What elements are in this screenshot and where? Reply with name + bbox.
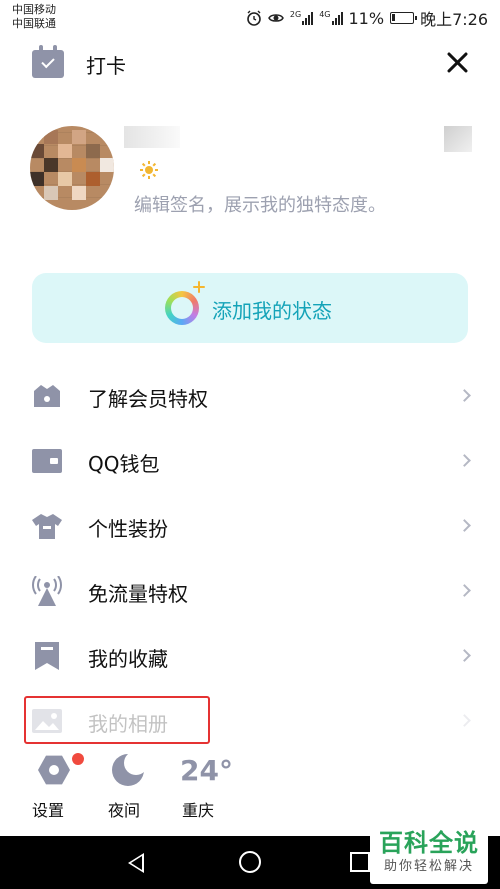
signature-placeholder[interactable]: 编辑签名，展示我的独特态度。: [134, 191, 386, 217]
signal-icon: 2G: [289, 10, 314, 25]
menu-item-free-data[interactable]: 免流量特权: [0, 560, 500, 624]
signal-icon-2: 4G: [319, 10, 343, 25]
notification-badge: [72, 753, 84, 765]
status-bar: 中国移动 中国联通 2G 4G 11% 晚上7:26: [0, 0, 500, 34]
bottom-shortcuts: 设置 夜间 24° 重庆: [0, 748, 500, 828]
chevron-right-icon: [458, 649, 471, 662]
night-label: 夜间: [107, 801, 140, 820]
weather-button[interactable]: 24° 重庆: [158, 748, 238, 828]
crown-icon: [34, 385, 60, 407]
chevron-right-icon: [458, 714, 471, 727]
close-icon[interactable]: [443, 48, 473, 78]
sparkle-icon: [193, 281, 205, 293]
weather-temperature: 24°: [180, 754, 233, 787]
chevron-right-icon: [458, 389, 471, 402]
recent-apps-icon[interactable]: [350, 852, 370, 872]
qr-code-blurred[interactable]: [444, 126, 472, 152]
battery-percent: 11%: [348, 8, 385, 28]
battery-icon: [390, 12, 418, 24]
night-mode-button[interactable]: 夜间: [84, 748, 164, 828]
add-status-button[interactable]: 添加我的状态: [32, 273, 468, 343]
signal-2-label: 4G: [319, 10, 331, 19]
system-icons: 2G 4G 11% 晚上7:26: [246, 6, 488, 30]
menu-item-vip[interactable]: 了解会员特权: [0, 365, 500, 429]
menu-item-label: 免流量特权: [88, 582, 188, 606]
highlight-annotation: [24, 696, 210, 744]
chevron-right-icon: [458, 519, 471, 532]
status-ring-icon: [165, 291, 199, 325]
watermark: 百科全说 助你轻松解决: [370, 828, 488, 884]
bookmark-icon: [35, 642, 59, 670]
carrier-info: 中国移动 中国联通: [12, 3, 56, 31]
menu-item-wallet[interactable]: QQ钱包: [0, 430, 500, 494]
menu-item-label: 个性装扮: [88, 517, 168, 541]
calendar-check-icon[interactable]: [32, 45, 64, 78]
settings-button[interactable]: 设置: [8, 748, 88, 828]
shirt-icon: [32, 514, 62, 539]
checkin-button[interactable]: 打卡: [86, 50, 126, 79]
clock: 晚上7:26: [420, 10, 488, 29]
add-status-label: 添加我的状态: [212, 299, 332, 323]
weather-city: 重庆: [181, 801, 214, 820]
settings-label: 设置: [31, 801, 64, 820]
menu-item-theme[interactable]: 个性装扮: [0, 495, 500, 559]
back-icon[interactable]: [128, 853, 144, 873]
avatar[interactable]: [30, 126, 114, 210]
chevron-right-icon: [458, 454, 471, 467]
sun-icon: [140, 161, 158, 179]
menu-item-favorites[interactable]: 我的收藏: [0, 625, 500, 689]
drawer-header: 打卡: [0, 40, 500, 86]
menu-item-label: 我的收藏: [88, 647, 168, 671]
carrier-1: 中国移动: [12, 3, 56, 16]
nickname-blurred[interactable]: [124, 126, 180, 148]
carrier-2: 中国联通: [12, 17, 56, 30]
wallet-icon: [32, 449, 62, 473]
watermark-sub: 助你轻松解决: [383, 859, 474, 874]
eye-icon: [268, 14, 284, 22]
menu-item-label: QQ钱包: [88, 452, 160, 476]
moon-icon: [112, 751, 148, 786]
antenna-icon: [32, 576, 62, 606]
signal-1-label: 2G: [289, 10, 302, 19]
alarm-icon: [247, 10, 261, 26]
watermark-main: 百科全说: [379, 829, 479, 857]
home-icon[interactable]: [239, 851, 261, 873]
menu-item-label: 了解会员特权: [88, 387, 208, 411]
chevron-right-icon: [458, 584, 471, 597]
gear-icon: [38, 755, 70, 785]
